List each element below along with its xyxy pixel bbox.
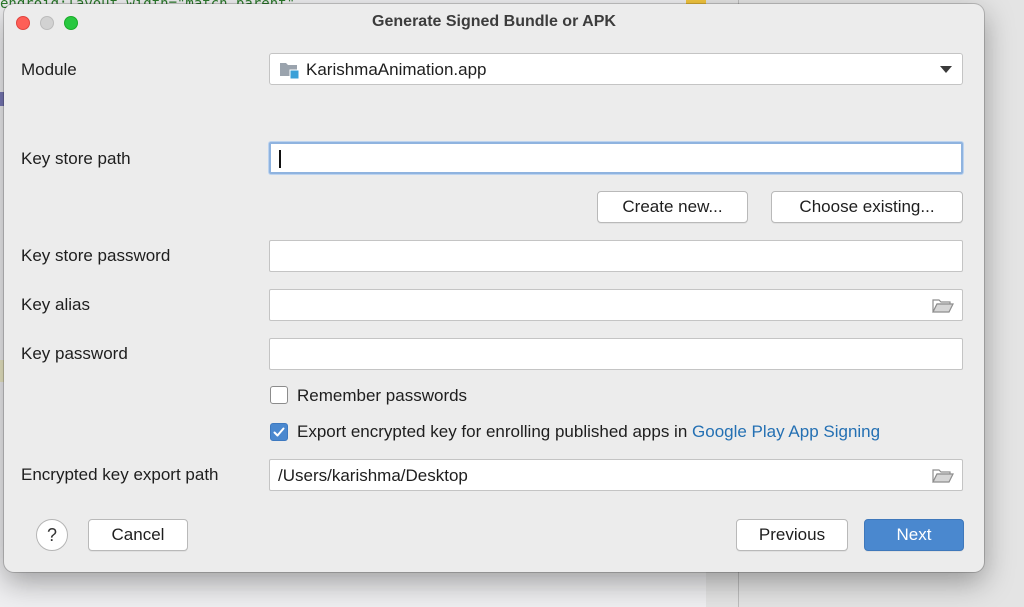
choose-existing-button[interactable]: Choose existing...: [771, 191, 963, 223]
module-select-value: KarishmaAnimation.app: [306, 60, 487, 79]
folder-icon[interactable]: [932, 299, 954, 313]
generate-signed-bundle-dialog: Generate Signed Bundle or APK Module Kar…: [4, 4, 984, 572]
export-encrypted-key-checkbox[interactable]: [270, 423, 288, 441]
key-store-password-input[interactable]: [269, 240, 963, 272]
key-store-password-label: Key store password: [21, 246, 171, 265]
chevron-down-icon: [940, 66, 952, 73]
dialog-titlebar: Generate Signed Bundle or APK: [4, 4, 984, 42]
export-encrypted-key-label: Export encrypted key for enrolling publi…: [297, 422, 880, 442]
encrypted-key-export-path-value: /Users/karishma/Desktop: [278, 466, 468, 485]
key-store-path-label: Key store path: [21, 149, 131, 168]
remember-passwords-checkbox[interactable]: [270, 386, 288, 404]
cancel-button[interactable]: Cancel: [88, 519, 188, 551]
dialog-title: Generate Signed Bundle or APK: [372, 13, 616, 30]
export-encrypted-key-text: Export encrypted key for enrolling publi…: [297, 422, 693, 441]
google-play-app-signing-link[interactable]: Google Play App Signing: [692, 422, 880, 441]
help-button[interactable]: ?: [36, 519, 68, 551]
remember-passwords-label: Remember passwords: [297, 386, 468, 405]
key-password-label: Key password: [21, 344, 128, 363]
key-password-input[interactable]: [269, 338, 963, 370]
folder-icon[interactable]: [932, 469, 954, 483]
module-folder-icon: [280, 63, 300, 80]
key-alias-label: Key alias: [21, 295, 90, 314]
checkmark-icon: [273, 427, 285, 437]
module-select[interactable]: KarishmaAnimation.app: [269, 53, 963, 85]
encrypted-key-export-path-label: Encrypted key export path: [21, 465, 219, 484]
key-alias-input[interactable]: [269, 289, 963, 321]
create-new-button[interactable]: Create new...: [597, 191, 748, 223]
next-button[interactable]: Next: [864, 519, 964, 551]
encrypted-key-export-path-input[interactable]: /Users/karishma/Desktop: [269, 459, 963, 491]
previous-button[interactable]: Previous: [736, 519, 848, 551]
text-caret: [279, 150, 281, 168]
key-store-path-input[interactable]: [269, 142, 963, 174]
module-label: Module: [21, 60, 77, 79]
